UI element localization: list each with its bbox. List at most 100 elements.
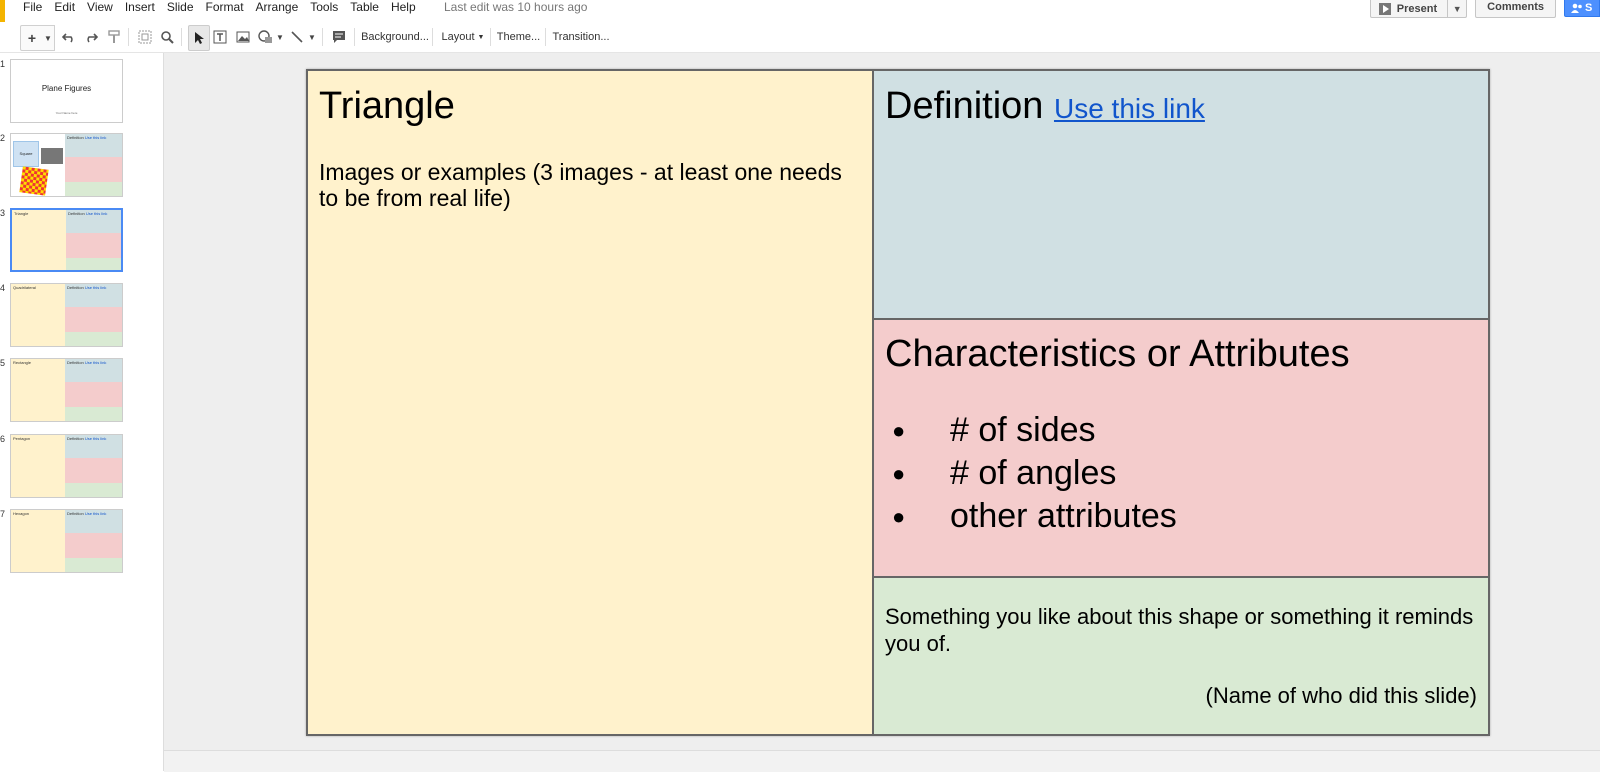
thumb-definition-panel: Definition Use this link xyxy=(65,284,122,307)
thumb-title: Plane Figures xyxy=(41,84,92,93)
line-icon[interactable] xyxy=(288,25,306,49)
layout-label: Layout xyxy=(441,31,475,43)
select-cursor-icon[interactable] xyxy=(188,25,210,51)
share-label: S xyxy=(1585,2,1593,14)
thumb-left-panel: Rectangle xyxy=(11,359,65,421)
list-item[interactable]: ● # of sides xyxy=(892,409,1177,452)
slide-filmstrip: 1 Plane Figures Your Name here 2 Square … xyxy=(0,53,164,771)
list-item[interactable]: ● # of angles xyxy=(892,452,1177,495)
slide-thumbnail-2[interactable]: Square Definition Use this link xyxy=(10,133,123,197)
definition-link[interactable]: Use this link xyxy=(1054,93,1205,124)
slide-number: 4 xyxy=(0,283,6,293)
menu-format[interactable]: Format xyxy=(206,0,244,16)
slide-thumbnail-4[interactable]: Quadrilateral Definition Use this link xyxy=(10,283,123,347)
bullet-text: # of sides xyxy=(950,411,1096,449)
thumb-characteristics-panel xyxy=(65,382,122,407)
thumb-characteristics-panel xyxy=(65,458,122,483)
share-button[interactable]: S xyxy=(1564,0,1600,17)
definition-panel[interactable]: Definition Use this link xyxy=(872,69,1490,320)
definition-heading[interactable]: Definition Use this link xyxy=(885,85,1205,128)
fit-zoom-icon[interactable] xyxy=(135,25,155,49)
thumb-definition-panel: Definition Use this link xyxy=(66,210,121,233)
undo-icon[interactable] xyxy=(60,25,78,49)
new-slide-chevron-down-icon[interactable]: ▼ xyxy=(42,25,55,51)
bullet-text: other attributes xyxy=(950,497,1177,535)
characteristics-title[interactable]: Characteristics or Attributes xyxy=(885,333,1350,376)
line-chevron-down-icon[interactable]: ▼ xyxy=(307,25,317,49)
something-panel[interactable]: Something you like about this shape or s… xyxy=(872,576,1490,736)
thumb-something-panel xyxy=(65,332,122,346)
slide-thumbnail-3[interactable]: Triangle Definition Use this link xyxy=(10,208,123,272)
slide-thumbnail-5[interactable]: Rectangle Definition Use this link xyxy=(10,358,123,422)
menu-file[interactable]: File xyxy=(23,0,42,16)
last-edit-status[interactable]: Last edit was 10 hours ago xyxy=(444,0,587,14)
thumb-left-panel: Quadrilateral xyxy=(11,284,65,346)
theme-button[interactable]: Theme... xyxy=(496,25,541,49)
thumb-checker-image xyxy=(19,166,49,196)
menu-table[interactable]: Table xyxy=(350,0,379,16)
slide-title[interactable]: Triangle xyxy=(319,85,455,128)
bullet-icon: ● xyxy=(892,461,906,486)
thumb-something-panel xyxy=(65,558,122,572)
thumb-something-panel xyxy=(65,407,122,421)
menu-tools[interactable]: Tools xyxy=(310,0,338,16)
toolbar-divider xyxy=(432,28,433,46)
menu-insert[interactable]: Insert xyxy=(125,0,155,16)
menu-view[interactable]: View xyxy=(87,0,113,16)
toolbar-divider xyxy=(322,28,323,46)
speaker-notes-divider[interactable] xyxy=(164,750,1600,772)
paint-format-icon[interactable] xyxy=(105,25,123,49)
new-slide-plus-icon[interactable]: + xyxy=(20,25,44,51)
menu-slide[interactable]: Slide xyxy=(167,0,194,16)
thumb-characteristics-panel xyxy=(65,157,122,182)
toolbar: + ▼ ▼ ▼ Background... Layout ▼ Theme... … xyxy=(0,22,1600,53)
characteristics-panel[interactable]: Characteristics or Attributes ● # of side… xyxy=(872,318,1490,578)
slide-thumbnail-6[interactable]: Pentagon Definition Use this link xyxy=(10,434,123,498)
image-icon[interactable] xyxy=(233,25,253,49)
thumb-characteristics-panel xyxy=(66,233,121,258)
thumb-left-panel: Pentagon xyxy=(11,435,65,497)
shape-icon[interactable] xyxy=(256,25,276,49)
thumb-something-panel xyxy=(65,483,122,497)
list-item[interactable]: ● other attributes xyxy=(892,495,1177,538)
thumb-square-image: Square xyxy=(13,141,39,167)
menu-edit[interactable]: Edit xyxy=(54,0,75,16)
slide-number: 3 xyxy=(0,208,6,218)
toolbar-divider xyxy=(354,28,355,46)
toolbar-divider xyxy=(490,28,491,46)
layout-button[interactable]: Layout ▼ xyxy=(440,25,486,49)
images-panel[interactable]: Triangle Images or examples (3 images - … xyxy=(306,69,874,736)
transition-button[interactable]: Transition... xyxy=(551,25,611,49)
menu-arrange[interactable]: Arrange xyxy=(256,0,299,16)
menu-help[interactable]: Help xyxy=(391,0,416,16)
thumb-definition-panel: Definition Use this link xyxy=(65,510,122,533)
thumb-definition-panel: Definition Use this link xyxy=(65,435,122,458)
toolbar-divider xyxy=(545,28,546,46)
text-box-icon[interactable] xyxy=(210,25,230,49)
redo-icon[interactable] xyxy=(82,25,100,49)
present-dropdown-chevron-icon[interactable]: ▼ xyxy=(1447,0,1466,17)
images-instructions[interactable]: Images or examples (3 images - at least … xyxy=(319,159,864,211)
thumb-subtitle: Your Name here xyxy=(55,111,78,115)
comments-button[interactable]: Comments xyxy=(1475,0,1556,18)
slide-thumbnail-7[interactable]: Hexagon Definition Use this link xyxy=(10,509,123,573)
author-name-text[interactable]: (Name of who did this slide) xyxy=(1206,683,1477,709)
something-text[interactable]: Something you like about this shape or s… xyxy=(885,603,1475,657)
present-label: Present xyxy=(1396,2,1438,15)
thumb-photo xyxy=(41,148,63,164)
present-button[interactable]: Present ▼ xyxy=(1369,0,1468,18)
background-button[interactable]: Background... xyxy=(361,25,429,49)
thumb-something-panel xyxy=(65,182,122,196)
zoom-magnifier-icon[interactable] xyxy=(157,25,177,49)
slide-editor: Triangle Images or examples (3 images - … xyxy=(306,69,1490,736)
toolbar-divider xyxy=(128,28,129,46)
slide-thumbnail-1[interactable]: Plane Figures Your Name here xyxy=(10,59,123,123)
thumb-something-panel xyxy=(66,258,121,270)
thumb-left-panel: Square xyxy=(11,134,65,196)
thumb-characteristics-panel xyxy=(65,533,122,558)
comment-icon[interactable] xyxy=(329,25,349,49)
shape-chevron-down-icon[interactable]: ▼ xyxy=(275,25,285,49)
attributes-list: ● # of sides ● # of angles ● other attribut… xyxy=(892,409,1177,538)
thumb-definition-panel: Definition Use this link xyxy=(65,359,122,382)
docs-logo-strip xyxy=(0,0,5,22)
